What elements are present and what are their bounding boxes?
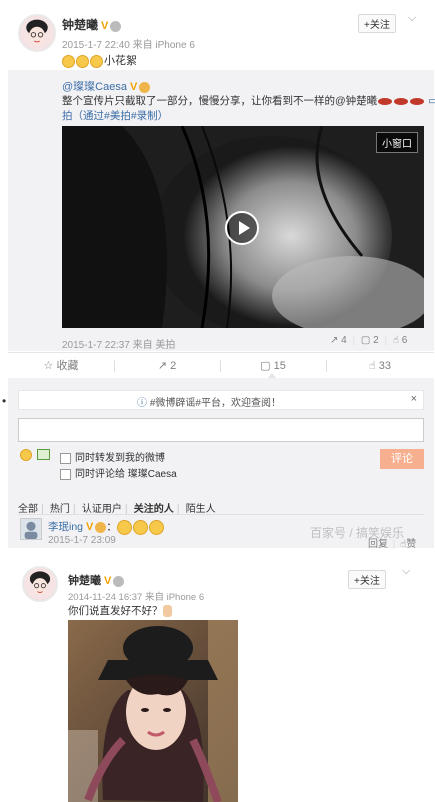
chevron-down-icon[interactable]: ⌵ — [402, 565, 410, 578]
comment-icon: ▢ — [260, 360, 271, 372]
retweet-comment-count[interactable]: 2 — [373, 335, 379, 346]
follow-button[interactable]: +关注 — [348, 570, 386, 589]
info-icon: ⓘ — [137, 398, 148, 409]
notice-text[interactable]: #微博辟谣#平台，欢迎查阅！ — [150, 398, 281, 409]
post-timestamp[interactable]: 2015-1-7 22:40 — [62, 40, 130, 51]
retweet-text: 整个宣传片只截取了一部分，慢慢分享，让你看到不一样的@钟楚曦 — [62, 95, 378, 107]
username-row: 钟楚曦 V — [62, 16, 122, 33]
follow-label: +关注 — [354, 576, 380, 587]
repost-button[interactable]: ↗ 2 — [114, 353, 220, 379]
post-meta: 2015-1-7 22:40 来自 iPhone 6 — [62, 36, 195, 51]
comment-count: 15 — [273, 360, 286, 372]
post-toolbar: ☆ 收藏 ↗ 2 ▢ 15 ☝ 33 — [8, 352, 434, 380]
lips-icon — [410, 97, 425, 105]
verified-icon: V — [101, 20, 109, 32]
comment-to-label: 同时评论给 璨璨Caesa — [75, 469, 177, 480]
comment-author[interactable]: 李珉ing — [48, 521, 83, 533]
retweet-source: 来自 美拍 — [132, 340, 176, 351]
post-meta: 2014-11-24 16:37 来自 iPhone 6 — [68, 589, 204, 603]
forward-checkbox[interactable] — [60, 452, 71, 464]
retweet-repost-icon[interactable]: ↗ — [330, 335, 338, 346]
play-icon[interactable] — [225, 211, 259, 245]
username[interactable]: 钟楚曦 — [62, 18, 98, 32]
verified-icon: V — [104, 575, 112, 587]
username-row: 钟楚曦 V — [68, 572, 125, 588]
comment-like-label[interactable]: 赞 — [406, 539, 416, 550]
meipai-link-icon[interactable]: ▭ — [428, 95, 435, 107]
emoji-icon — [116, 519, 132, 535]
retweet-like-count[interactable]: 6 — [402, 335, 408, 346]
thumb-icon: ☝ — [368, 360, 376, 372]
bullet-dot: • — [2, 394, 7, 408]
post-body: 小花絮 — [104, 55, 137, 67]
photo-image — [68, 620, 238, 802]
option-forward[interactable]: 同时转发到我的微博 — [60, 449, 165, 464]
repost-count: 2 — [170, 360, 177, 372]
retweet-comment-icon[interactable]: ▢ — [361, 335, 370, 346]
emoji-picker-icon[interactable] — [20, 449, 33, 462]
retweet-text-line1: 整个宣传片只截取了一部分，慢慢分享，让你看到不一样的@钟楚曦▭美 — [62, 93, 435, 108]
emoji-icon — [148, 519, 164, 535]
mini-window-button[interactable]: 小窗口 — [376, 132, 418, 153]
option-comment-to[interactable]: 同时评论给 璨璨Caesa — [60, 465, 177, 480]
forward-label: 同时转发到我的微博 — [75, 453, 165, 464]
medal-icon — [139, 81, 151, 93]
username[interactable]: 钟楚曦 — [68, 575, 101, 587]
post-source: 来自 iPhone 6 — [144, 592, 205, 603]
favorite-label: 收藏 — [56, 360, 79, 372]
medal-icon — [95, 521, 107, 533]
comment-input[interactable] — [18, 418, 424, 442]
repost-icon: ↗ — [157, 360, 168, 372]
post-gap — [0, 550, 435, 558]
notice-bar: ⓘ #微博辟谣#平台，欢迎查阅！ × — [18, 390, 424, 410]
retweet-author-row: @璨璨Caesa V — [62, 78, 151, 94]
avatar[interactable] — [18, 14, 56, 52]
lips-icon — [394, 97, 409, 105]
favorite-button[interactable]: ☆ 收藏 — [8, 353, 114, 379]
image-upload-icon[interactable] — [37, 449, 50, 460]
star-icon: ☆ — [43, 360, 54, 372]
emoji-icon — [90, 54, 103, 68]
retweet-author[interactable]: @璨璨Caesa — [62, 81, 127, 93]
submit-comment-button[interactable]: 评论 — [380, 449, 424, 469]
emoji-icon — [132, 519, 148, 535]
post-photo[interactable] — [68, 620, 238, 802]
comment-avatar[interactable] — [20, 518, 42, 540]
emoji-icon — [62, 54, 75, 68]
reply-button[interactable]: 回复 — [368, 539, 388, 550]
divider — [18, 514, 424, 515]
retweet-timestamp[interactable]: 2015-1-7 22:37 — [62, 340, 130, 351]
comment-timestamp: 2015-1-7 23:09 — [48, 535, 116, 546]
comment-actions: 回复 | ☝赞 — [368, 539, 417, 550]
chevron-down-icon[interactable]: ⌵ — [408, 12, 416, 25]
post-body: 你们说直发好不好？ — [68, 605, 163, 617]
retweet-like-icon[interactable]: ☝ — [393, 335, 399, 346]
like-button[interactable]: ☝ 33 — [326, 353, 434, 379]
retweet-meta: 2015-1-7 22:37 来自 美拍 — [62, 336, 175, 351]
post-text: 你们说直发好不好？ — [68, 603, 172, 618]
avatar[interactable] — [22, 566, 58, 602]
post-source: 来自 iPhone 6 — [132, 40, 195, 51]
retweet-actions: ↗ 4 | ▢ 2 | ☝ 6 — [330, 335, 408, 346]
post-text: 小花絮 — [62, 52, 137, 68]
medal-icon — [110, 20, 122, 32]
medal-icon — [113, 575, 125, 587]
video-player[interactable]: 小窗口 — [62, 126, 424, 328]
like-count: 33 — [378, 360, 391, 372]
verified-icon: V — [86, 521, 94, 533]
follow-label: +关注 — [364, 20, 390, 31]
comment-to-checkbox[interactable] — [60, 468, 71, 480]
verified-icon: V — [129, 81, 138, 93]
close-icon[interactable]: × — [411, 393, 417, 405]
comment-filters: 全部 | 热门 | 认证用户 | 关注的人 | 陌生人 — [18, 503, 216, 515]
lips-icon — [378, 97, 393, 105]
hand-emoji-icon — [162, 605, 172, 618]
emoji-icon — [76, 54, 89, 68]
retweet-text-line2[interactable]: 拍（通过#美拍#录制） — [62, 108, 168, 123]
follow-button[interactable]: +关注 — [358, 14, 396, 33]
retweet-repost-count[interactable]: 4 — [341, 335, 347, 346]
comment-content: 李珉ing V： — [48, 519, 165, 535]
post-timestamp[interactable]: 2014-11-24 16:37 — [68, 592, 142, 603]
